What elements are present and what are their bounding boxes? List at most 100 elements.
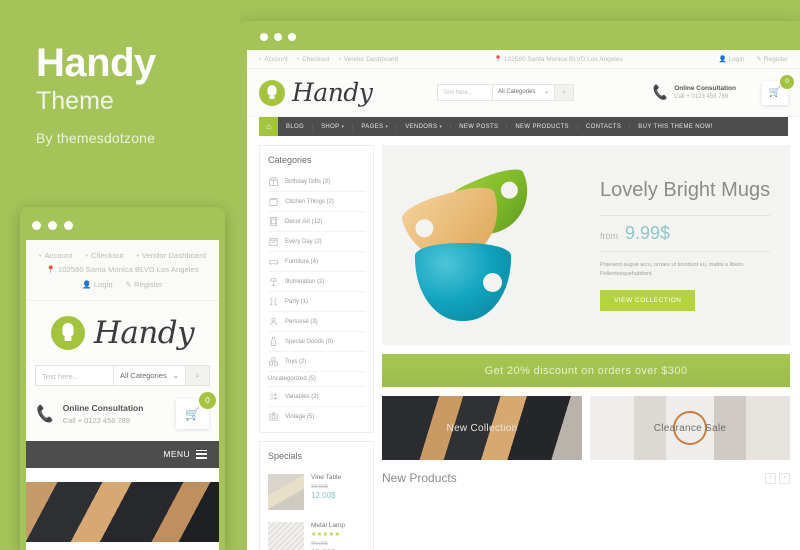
link-checkout[interactable]: Checkout [297,56,329,63]
category-item-variables[interactable]: Variables (2) [268,387,365,407]
category-select[interactable]: All Categories ⌄ [493,84,555,101]
mobile-logo-text: Handy [93,314,195,351]
promo-tiles: New Collection Clearance Sale [382,396,790,460]
nav-item-new-posts[interactable]: NEW POSTS [451,123,508,130]
camera-icon [269,412,278,421]
category-item-party[interactable]: Party (1) [268,292,365,312]
category-item-decor-art[interactable]: Decor Art (12) [268,212,365,232]
category-item-toys[interactable]: Toys (2) [268,352,365,372]
category-item-personal[interactable]: Personal (3) [268,312,365,332]
special-item[interactable]: Vine Table 15.00$ 12.00$ [268,468,365,516]
nav-item-pages[interactable]: PAGES ▾ [353,123,398,130]
product-rating: ★★★★★ [311,532,341,538]
view-collection-button[interactable]: VIEW COLLECTION [600,289,696,311]
mobile-login-link[interactable]: Login [94,280,113,289]
nav-label: NEW PRODUCTS [515,123,569,130]
product-old-price: 30.00$ [311,541,328,547]
mobile-consultation-phone: Call + 0123 456 789 [62,415,131,425]
mobile-topbar: Account Checkout Vendor Dashboard 📍 1025… [26,240,219,301]
nav-item-home[interactable]: ⌂ [259,117,278,136]
mobile-link-checkout[interactable]: Checkout [85,251,123,260]
mobile-category-select[interactable]: All Categories ⌄ [114,364,186,386]
lightbulb-icon [259,79,285,106]
desktop-preview-frame: Account Checkout Vendor Dashboard 📍 1025… [240,21,800,550]
pencil-icon: ✎ [756,56,762,63]
mobile-search-input[interactable]: Text here... [35,364,114,386]
window-dot [64,221,73,230]
mobile-address-row: 📍 102580 Santa Monica BLVD Los Angeles [30,263,215,277]
tile-new-collection[interactable]: New Collection [382,396,582,460]
promo-panel: Handy Theme By themesdotzone Account Che… [0,0,240,550]
topbar-links: Account Checkout Vendor Dashboard [259,56,398,63]
consultation-text: Online Consultation Call + 0123 456 789 [674,85,736,100]
main-nav: ⌂ BLOG SHOP ▾ PAGES ▾ VENDORS ▾ NEW POSTS N… [259,117,788,136]
mobile-link-account[interactable]: Account [39,251,73,260]
category-item-special-goods[interactable]: Special Goods (9) [268,332,365,352]
chevron-down-icon: ▾ [341,123,345,130]
next-arrow-icon[interactable]: › [779,472,790,484]
search-button[interactable]: ⌕ [555,84,574,101]
mobile-topbar-links: Account Checkout Vendor Dashboard [30,249,215,263]
promo-subtitle: Theme [36,87,114,115]
nav-item-blog[interactable]: BLOG [278,123,314,130]
mobile-cart-button[interactable]: 🛒 0 [176,391,216,429]
category-label: Citchen Things (2) [285,198,334,205]
nav-item-contacts[interactable]: CONTACTS [578,123,631,130]
search-input[interactable]: Text here... [437,84,493,101]
discount-banner[interactable]: Get 20% discount on orders over $300 [382,354,790,387]
chevron-down-icon: ⌄ [172,370,179,380]
search-bar: Text here... All Categories ⌄ ⌕ [437,84,574,101]
mobile-menu-bar[interactable]: MENU [26,440,219,468]
register-link-wrap[interactable]: ✎ Register [757,55,788,63]
mobile-search-button[interactable]: ⌕ [186,364,210,386]
user-icon: 👤 [718,56,727,63]
category-item-every-day[interactable]: Every Day (2) [268,232,365,252]
product-thumbnail [268,522,304,550]
chevron-down-icon: ▾ [439,123,443,130]
nav-item-buy-theme[interactable]: BUY THIS THEME NOW! [630,124,721,130]
link-account[interactable]: Account [259,56,288,63]
page-body: Categories Birthday Gifts (3) Citchen Th… [247,136,800,550]
mobile-consultation-title: Online Consultation [62,402,144,413]
category-item-uncategorized[interactable]: Uncategorized (5) [268,372,365,387]
burger-line [196,457,207,459]
category-label: Vintage (5) [285,413,315,420]
special-item[interactable]: Metal Lamp ★★★★★ 30.00$ 18.00$ [268,516,365,550]
category-item-furniture[interactable]: Furniture (4) [268,252,365,272]
window-dot [32,221,41,230]
link-vendor-dashboard[interactable]: Vendor Dashboard [339,56,398,63]
category-label: Party (1) [285,298,309,305]
logo-text: Handy [292,78,373,107]
product-new-price: 12.00$ [311,491,336,500]
mobile-contact-text: Online Consultation Call + 0123 456 789 [63,403,168,425]
tile-label: New Collection [446,422,518,434]
category-item-illumination[interactable]: Illumination (2) [268,272,365,292]
nav-item-new-products[interactable]: NEW PRODUCTS [507,123,578,130]
category-item-birthday-gifts[interactable]: Birthday Gifts (3) [268,172,365,192]
tile-clearance-sale[interactable]: Clearance Sale [590,396,790,460]
cart-button[interactable]: 🛒 0 [762,74,794,105]
window-dot [288,33,296,41]
mobile-register-link[interactable]: Register [134,280,163,289]
lightbulb-icon [50,315,85,350]
prev-arrow-icon[interactable]: ‹ [765,472,776,484]
mobile-logo[interactable]: Handy [26,300,219,363]
category-item-vintage[interactable]: Vintage (5) [268,407,365,426]
mobile-window-dots [32,221,73,230]
nav-label: BLOG [286,123,305,130]
category-item-citchen-things[interactable]: Citchen Things (2) [268,192,365,212]
site-header: Handy Text here... All Categories ⌄ ⌕ 📞 … [247,69,800,117]
nav-item-vendors[interactable]: VENDORS ▾ [397,123,452,130]
login-link-wrap[interactable]: 👤 Login [719,55,745,63]
nav-item-shop[interactable]: SHOP ▾ [313,123,354,130]
topbar: Account Checkout Vendor Dashboard 📍 1025… [247,50,800,69]
promo-title: Handy [36,41,156,85]
login-link: Login [728,56,745,63]
site-logo[interactable]: Handy [259,78,419,107]
mobile-link-vendor-dashboard[interactable]: Vendor Dashboard [136,251,206,260]
mug-handle-hole [413,217,436,240]
phone-icon: 📞 [651,83,670,101]
cart-icon: 🛒 [768,87,782,98]
cart-count: 0 [780,74,794,89]
